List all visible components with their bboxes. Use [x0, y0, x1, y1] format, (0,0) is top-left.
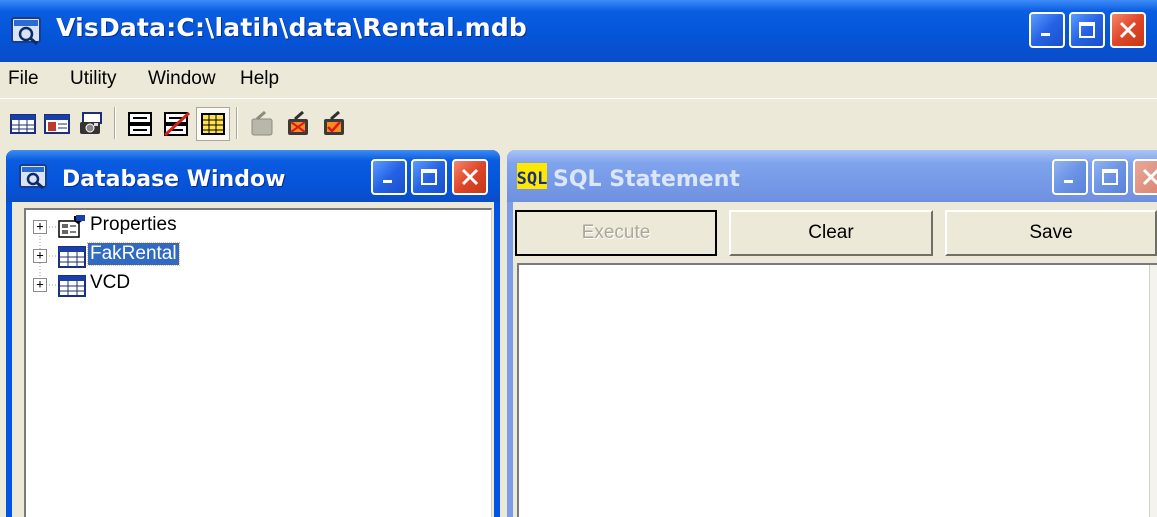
dynaset-type-icon	[44, 114, 70, 134]
close-button[interactable]	[1110, 12, 1146, 48]
minimize-icon	[383, 180, 392, 183]
database-window-icon	[19, 164, 47, 190]
commit-icon	[324, 111, 344, 135]
no-data-control-icon	[163, 111, 191, 137]
svg-text:SQL: SQL	[517, 169, 547, 189]
toolbar-separator	[114, 107, 116, 139]
menu-help[interactable]: Help	[240, 68, 279, 90]
database-window-close-button[interactable]	[452, 159, 488, 195]
database-window: Database Window + Properties + FakRental…	[6, 150, 500, 517]
maximize-icon	[1102, 169, 1118, 185]
expand-icon[interactable]: +	[33, 220, 47, 234]
maximize-button[interactable]	[1069, 12, 1105, 48]
sql-icon: SQL	[517, 163, 547, 189]
minimize-icon	[1041, 33, 1050, 36]
menu-file[interactable]: File	[8, 68, 39, 90]
toolbar-separator	[236, 107, 238, 139]
sql-window-body: Execute Clear Save	[513, 202, 1157, 517]
execute-button[interactable]: Execute	[515, 210, 717, 256]
save-button[interactable]: Save	[945, 210, 1157, 256]
table-type-icon	[10, 114, 36, 134]
commit-button[interactable]	[318, 107, 352, 141]
maximize-icon	[1079, 22, 1095, 38]
main-title-bar[interactable]: VisData:C:\latih\data\Rental.mdb	[0, 0, 1157, 62]
tree-item-label: FakRental	[87, 242, 180, 266]
properties-icon	[58, 215, 85, 238]
database-window-title: Database Window	[62, 167, 286, 192]
menu-bar: File Utility Window Help	[0, 62, 1157, 98]
minimize-button[interactable]	[1029, 12, 1065, 48]
sql-statement-window: SQL SQL Statement Execute Clear Save	[507, 150, 1157, 517]
toolbar	[0, 98, 1157, 148]
database-tree[interactable]: + Properties + FakRental + VCD	[24, 208, 492, 517]
dynaset-type-button[interactable]	[40, 107, 74, 141]
no-data-control-button[interactable]	[160, 107, 194, 141]
use-data-control-button[interactable]	[124, 107, 158, 141]
expand-icon[interactable]: +	[33, 278, 47, 292]
close-icon	[461, 168, 479, 186]
begin-transaction-icon	[251, 111, 273, 136]
close-icon	[1119, 21, 1137, 39]
minimize-icon	[1064, 180, 1073, 183]
menu-window[interactable]: Window	[148, 68, 216, 90]
database-window-maximize-button[interactable]	[411, 159, 447, 195]
database-window-minimize-button[interactable]	[371, 159, 407, 195]
table-type-button[interactable]	[6, 107, 40, 141]
menu-utility[interactable]: Utility	[70, 68, 116, 90]
sql-window-title-bar[interactable]: SQL SQL Statement	[507, 150, 1157, 202]
sql-window-minimize-button[interactable]	[1052, 159, 1088, 195]
snapshot-type-button[interactable]	[74, 107, 108, 141]
table-icon	[58, 246, 86, 268]
tree-item-label: Properties	[90, 214, 177, 235]
visdata-app-icon	[11, 17, 41, 46]
sql-window-title: SQL Statement	[553, 167, 740, 192]
close-icon	[1142, 168, 1157, 186]
expand-icon[interactable]: +	[33, 249, 47, 263]
window-title: VisData:C:\latih\data\Rental.mdb	[56, 13, 528, 42]
use-dbgrid-button[interactable]	[196, 107, 230, 141]
begin-transaction-button[interactable]	[246, 107, 280, 141]
database-window-body: + Properties + FakRental + VCD	[12, 202, 494, 517]
sql-query-textarea[interactable]	[517, 263, 1157, 517]
snapshot-type-icon	[80, 112, 102, 134]
tree-item-label: VCD	[90, 272, 131, 293]
database-window-title-bar[interactable]: Database Window	[6, 150, 500, 202]
clear-button[interactable]: Clear	[729, 210, 933, 256]
sql-window-maximize-button[interactable]	[1092, 159, 1128, 195]
maximize-icon	[421, 169, 437, 185]
visdata-app: VisData:C:\latih\data\Rental.mdb File Ut…	[0, 0, 1157, 517]
sql-vertical-scrollbar[interactable]	[1149, 265, 1157, 517]
tree-item-fakrental[interactable]: + FakRental	[26, 242, 486, 270]
table-icon	[58, 275, 86, 297]
tree-item-properties[interactable]: + Properties	[26, 213, 486, 241]
use-dbgrid-icon	[201, 113, 225, 135]
sql-window-close-button[interactable]	[1133, 159, 1157, 195]
tree-item-vcd[interactable]: + VCD	[26, 271, 486, 299]
use-data-control-icon	[128, 112, 152, 136]
rollback-button[interactable]	[282, 107, 316, 141]
rollback-icon	[288, 111, 308, 135]
